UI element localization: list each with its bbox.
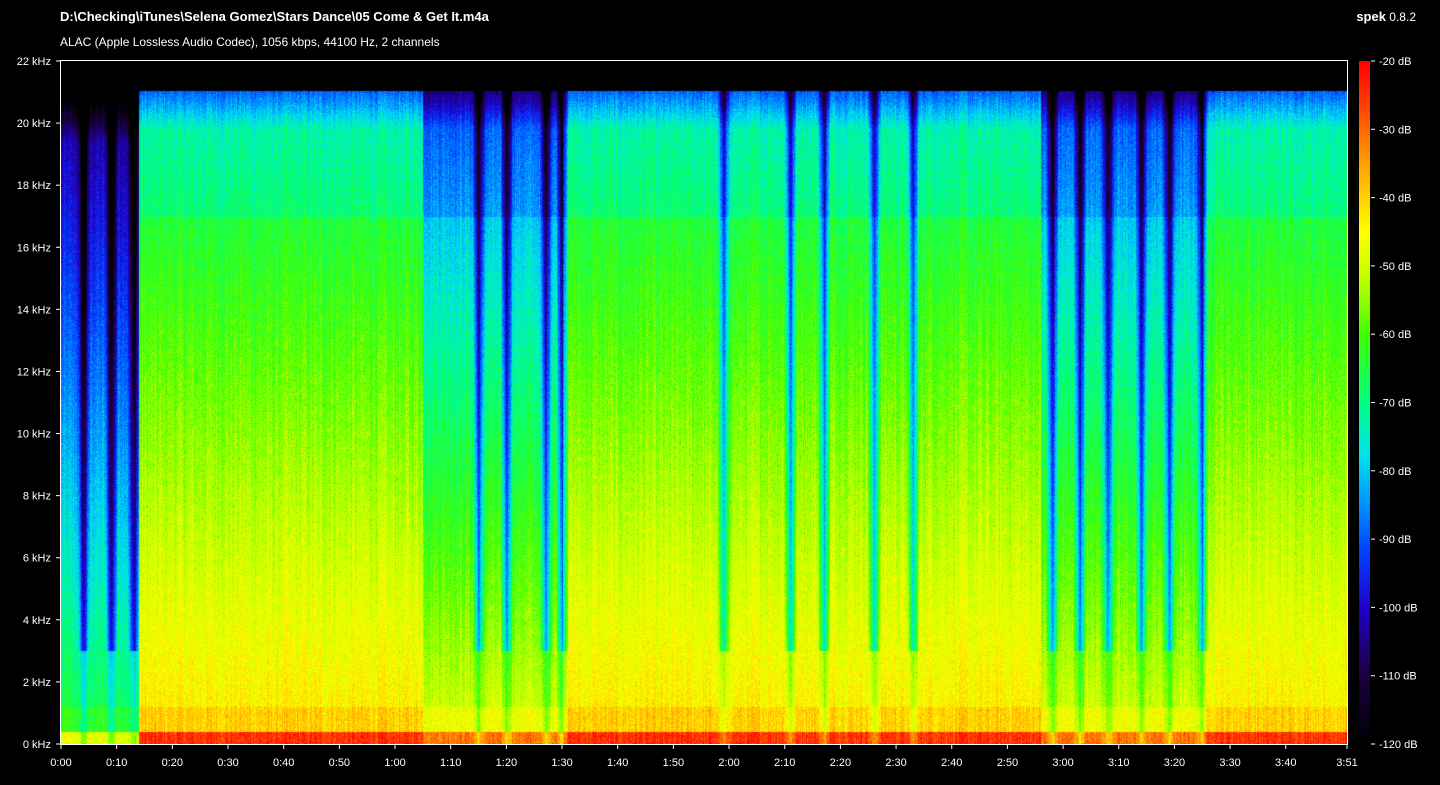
x-tick-label: 3:51	[1336, 757, 1357, 769]
colorbar-tick-label: -110 dB	[1379, 671, 1417, 683]
frequency-axis: 0 kHz 2 kHz 4 kHz 6 kHz 8 kHz 10 kHz 12 kHz 14 …	[17, 56, 61, 751]
x-tick-label: 1:50	[663, 757, 684, 769]
x-tick-label: 0:30	[217, 757, 238, 769]
x-tick-label: 3:30	[1219, 757, 1240, 769]
y-tick-label: 6 kHz	[23, 553, 51, 565]
colorbar	[1359, 61, 1370, 744]
spectrogram-plot-area	[61, 61, 1347, 744]
x-tick-label: 1:10	[440, 757, 461, 769]
x-tick-label: 0:40	[273, 757, 294, 769]
y-tick-label: 2 kHz	[23, 677, 51, 689]
colorbar-tick-label: -120 dB	[1379, 739, 1418, 751]
colorbar-tick-label: -100 dB	[1379, 602, 1418, 614]
time-axis: 0:00 0:10 0:20 0:30 0:40 0:50 1:00 1:10 1:20 1:30…	[50, 744, 1358, 769]
y-tick-label: 4 kHz	[23, 615, 51, 627]
x-tick-label: 0:20	[162, 757, 183, 769]
colorbar-tick-label: -60 dB	[1379, 329, 1411, 341]
y-tick-label: 20 kHz	[17, 118, 51, 130]
x-tick-label: 2:40	[941, 757, 962, 769]
x-tick-label: 1:00	[384, 757, 405, 769]
spectrogram-chart: 0 kHz 2 kHz 4 kHz 6 kHz 8 kHz 10 kHz 12 kHz 14 …	[17, 56, 1418, 769]
colorbar-tick-label: -70 dB	[1379, 398, 1411, 410]
x-tick-label: 2:00	[718, 757, 739, 769]
x-tick-label: 2:20	[830, 757, 851, 769]
x-tick-label: 2:30	[885, 757, 906, 769]
colorbar-tick-label: -30 dB	[1379, 124, 1411, 136]
x-tick-label: 3:20	[1164, 757, 1185, 769]
x-tick-label: 1:30	[551, 757, 572, 769]
x-tick-label: 0:10	[106, 757, 127, 769]
y-tick-label: 8 kHz	[23, 491, 51, 503]
colorbar-tick-label: -90 dB	[1379, 534, 1411, 546]
y-tick-label: 18 kHz	[17, 180, 51, 192]
x-tick-label: 3:00	[1052, 757, 1073, 769]
x-tick-label: 0:50	[329, 757, 350, 769]
colorbar-tick-label: -40 dB	[1379, 193, 1411, 205]
colorbar-axis: -20 dB -30 dB -40 dB -50 dB -60 dB -70 dB -80 …	[1371, 56, 1418, 751]
x-tick-label: 3:10	[1108, 757, 1129, 769]
x-tick-label: 3:40	[1275, 757, 1296, 769]
x-tick-label: 2:50	[997, 757, 1018, 769]
y-tick-label: 22 kHz	[17, 56, 51, 68]
colorbar-tick-label: -20 dB	[1379, 56, 1411, 68]
y-tick-label: 10 kHz	[17, 429, 51, 441]
x-tick-label: 1:40	[607, 757, 628, 769]
y-tick-label: 0 kHz	[23, 739, 51, 751]
y-tick-label: 14 kHz	[17, 304, 51, 316]
y-tick-label: 12 kHz	[17, 366, 51, 378]
y-tick-label: 16 kHz	[17, 242, 51, 254]
colorbar-tick-label: -80 dB	[1379, 466, 1411, 478]
x-tick-label: 0:00	[50, 757, 71, 769]
x-tick-label: 2:10	[774, 757, 795, 769]
x-tick-label: 1:20	[496, 757, 517, 769]
colorbar-tick-label: -50 dB	[1379, 261, 1411, 273]
